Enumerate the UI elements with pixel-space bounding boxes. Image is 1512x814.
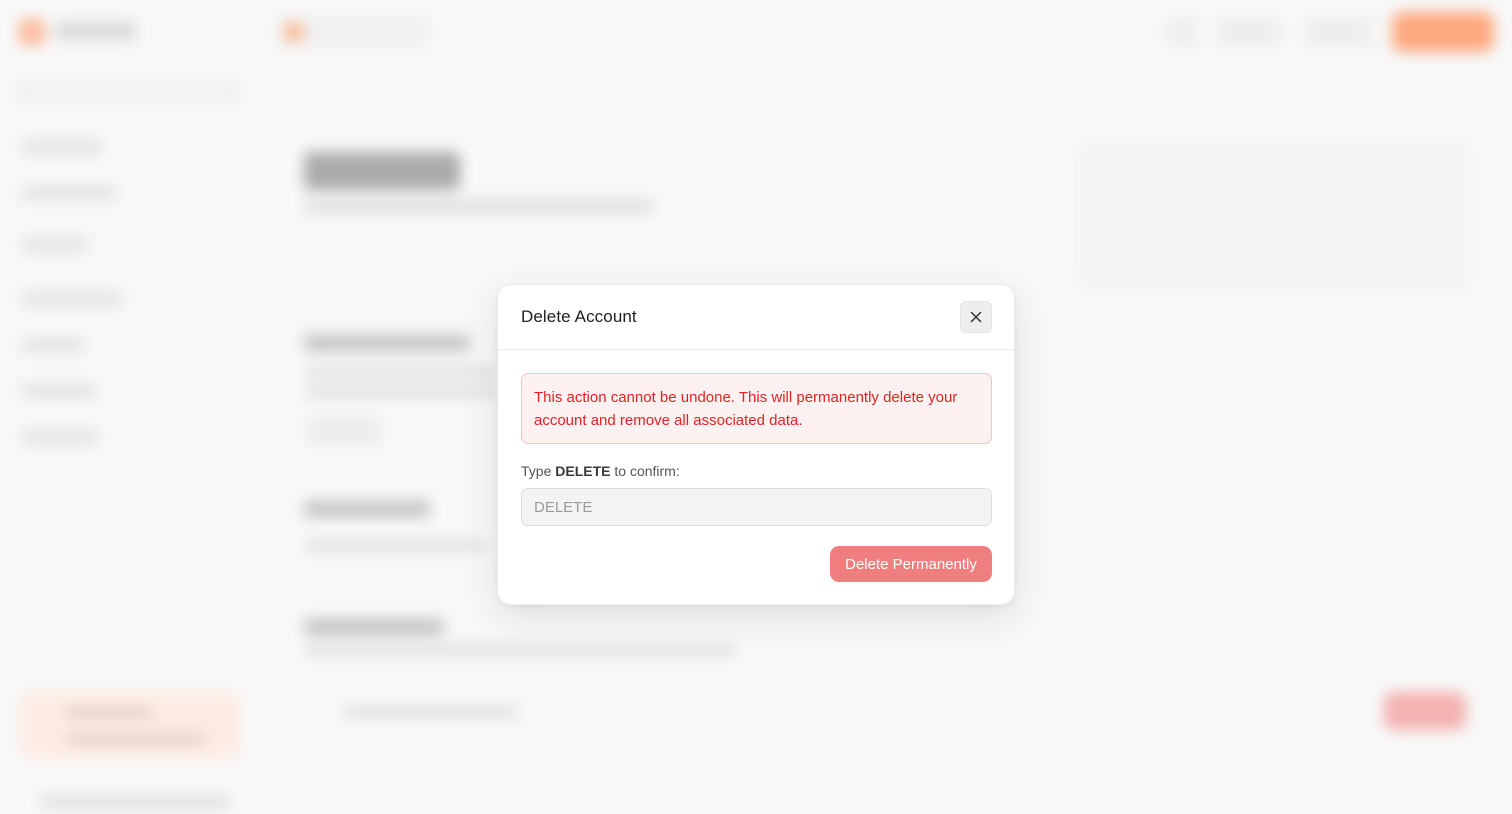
modal-title: Delete Account bbox=[521, 307, 637, 326]
delete-permanently-button[interactable]: Delete Permanently bbox=[830, 546, 992, 582]
confirm-label: Type DELETE to confirm: bbox=[521, 463, 680, 479]
confirm-label-prefix: Type bbox=[521, 463, 556, 479]
close-button[interactable] bbox=[960, 301, 992, 333]
danger-warning-box: This action cannot be undone. This will … bbox=[521, 373, 992, 444]
confirm-keyword: DELETE bbox=[555, 463, 611, 479]
close-icon bbox=[970, 311, 982, 323]
modal-header: Delete Account bbox=[498, 285, 1014, 350]
warning-text: This action cannot be undone. This will … bbox=[534, 389, 958, 429]
confirm-label-suffix: to confirm: bbox=[610, 463, 680, 479]
delete-account-modal: Delete Account This action cannot be und… bbox=[497, 284, 1015, 605]
confirm-delete-input[interactable] bbox=[521, 488, 992, 526]
